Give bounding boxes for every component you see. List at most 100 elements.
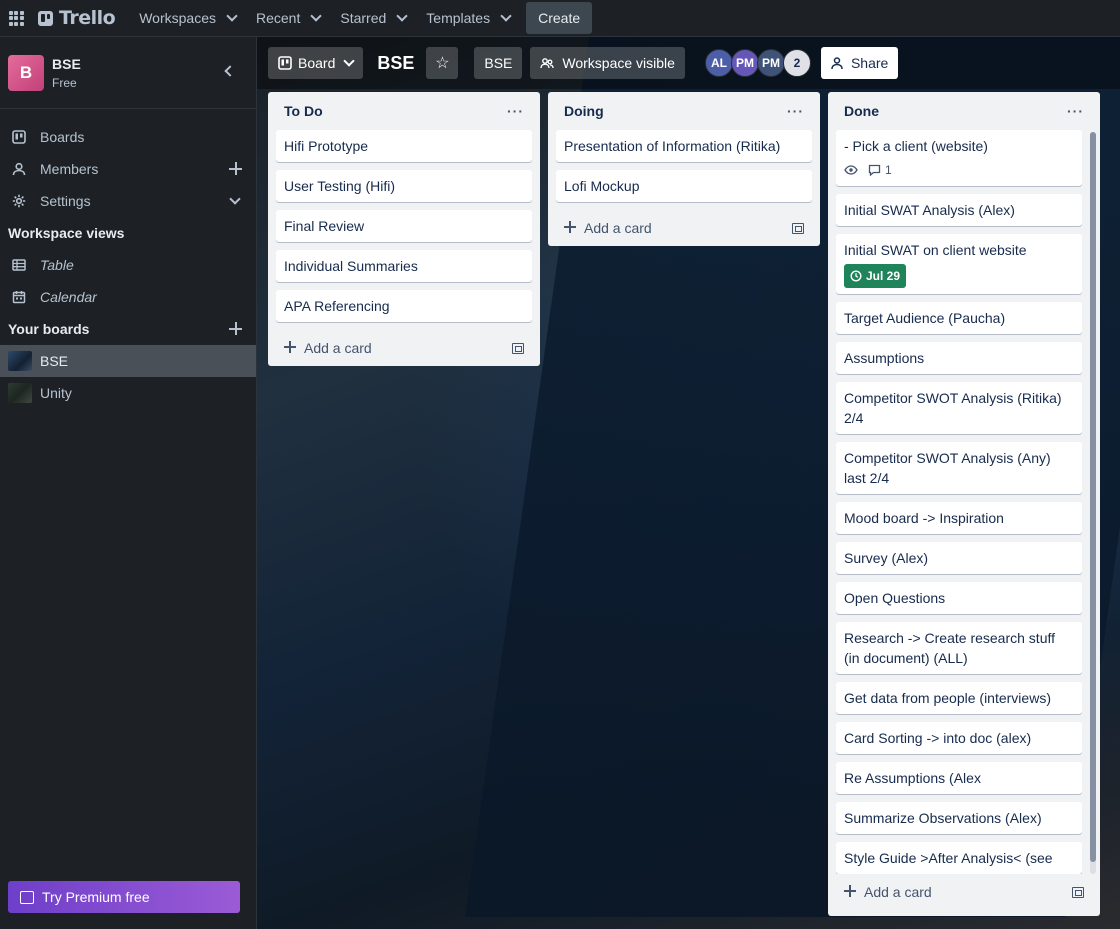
card-template-icon[interactable] xyxy=(512,342,524,354)
card[interactable]: Mood board -> Inspiration xyxy=(836,502,1082,534)
star-icon[interactable]: ☆ xyxy=(426,47,459,79)
card-template-icon[interactable] xyxy=(1072,886,1084,898)
comment-badge: 1 xyxy=(868,160,892,180)
card[interactable]: Hifi Prototype xyxy=(276,130,532,162)
chevron-down-icon xyxy=(226,10,238,22)
add-card-button[interactable]: Add a card xyxy=(276,330,532,366)
workspace-avatar[interactable]: B xyxy=(8,54,44,91)
calendar-icon xyxy=(12,290,26,304)
chevron-down-icon[interactable] xyxy=(229,193,241,205)
sidebar-item-members[interactable]: Members xyxy=(0,153,256,185)
card[interactable]: Card Sorting -> into doc (alex) xyxy=(836,722,1082,754)
due-date-badge[interactable]: Jul 29 xyxy=(844,264,907,288)
sidebar-board-unity[interactable]: Unity xyxy=(0,377,256,409)
board-view-switcher[interactable]: Board xyxy=(268,47,364,79)
list-scrollbar[interactable] xyxy=(1090,132,1096,874)
table-icon xyxy=(12,258,26,272)
sidebar-item-label: Calendar xyxy=(40,289,97,305)
sidebar-item-settings[interactable]: Settings xyxy=(0,185,256,217)
card[interactable]: Target Audience (Paucha) xyxy=(836,302,1082,334)
sidebar-item-calendar[interactable]: Calendar xyxy=(0,281,256,313)
list-title[interactable]: To Do xyxy=(284,103,323,119)
board-header: Board BSE ☆ BSE Workspace visible AL PM … xyxy=(257,37,1120,89)
card[interactable]: APA Referencing xyxy=(276,290,532,322)
card[interactable]: Initial SWAT Analysis (Alex) xyxy=(836,194,1082,226)
board-title[interactable]: BSE xyxy=(377,53,414,74)
card[interactable]: Get data from people (interviews) xyxy=(836,682,1082,714)
plus-icon xyxy=(564,221,576,233)
due-date: Jul 29 xyxy=(866,269,901,283)
card-template-icon[interactable] xyxy=(792,222,804,234)
try-premium-button[interactable]: Try Premium free xyxy=(8,881,240,913)
section-label: Your boards xyxy=(8,321,90,337)
scrollbar-thumb[interactable] xyxy=(1090,132,1096,862)
menu-starred[interactable]: Starred xyxy=(330,2,416,34)
app-switcher-icon[interactable] xyxy=(0,0,32,37)
share-label: Share xyxy=(850,55,889,71)
list-menu-icon[interactable]: ··· xyxy=(787,103,804,119)
people-icon xyxy=(540,58,555,69)
visibility-button[interactable]: Workspace visible xyxy=(530,47,685,79)
card[interactable]: Initial SWAT on client website Jul 29 xyxy=(836,234,1082,294)
list-menu-icon[interactable]: ··· xyxy=(1067,103,1084,119)
card[interactable]: Assumptions xyxy=(836,342,1082,374)
list-title[interactable]: Done xyxy=(844,103,879,119)
list-header[interactable]: Doing ··· xyxy=(556,92,812,130)
card[interactable]: User Testing (Hifi) xyxy=(276,170,532,202)
share-button[interactable]: Share xyxy=(820,47,899,79)
list-menu-icon[interactable]: ··· xyxy=(507,103,524,119)
sidebar-item-label: BSE xyxy=(40,353,69,369)
avatar[interactable]: AL xyxy=(704,49,733,77)
avatar[interactable]: PM xyxy=(730,49,759,77)
sidebar-board-bse[interactable]: BSE xyxy=(0,345,256,377)
list-title[interactable]: Doing xyxy=(564,103,604,119)
menu-label: Workspaces xyxy=(139,10,216,26)
card[interactable]: Lofi Mockup xyxy=(556,170,812,202)
your-boards-title: Your boards xyxy=(0,313,256,345)
card[interactable]: Summarize Observations (Alex) xyxy=(836,802,1082,834)
sidebar-item-label: Boards xyxy=(40,129,85,145)
card[interactable]: Final Review xyxy=(276,210,532,242)
add-card-button[interactable]: Add a card xyxy=(556,210,812,246)
card-title: - Pick a client (website) xyxy=(844,138,988,154)
card[interactable]: Individual Summaries xyxy=(276,250,532,282)
card[interactable]: Re Assumptions (Alex xyxy=(836,762,1082,794)
card[interactable]: Presentation of Information (Ritika) xyxy=(556,130,812,162)
avatar[interactable]: PM xyxy=(756,49,785,77)
menu-workspaces[interactable]: Workspaces xyxy=(129,2,246,34)
add-card-label: Add a card xyxy=(584,220,652,236)
workspace-button[interactable]: BSE xyxy=(474,47,523,79)
card[interactable]: Research -> Create research stuff (in do… xyxy=(836,622,1082,674)
add-card-button[interactable]: Add a card xyxy=(836,874,1092,910)
card[interactable]: - Pick a client (website) 1 xyxy=(836,130,1082,186)
card-list[interactable]: - Pick a client (website) 1 Initial SWAT… xyxy=(836,130,1092,874)
add-board-icon[interactable] xyxy=(229,322,242,335)
card[interactable]: Open Questions xyxy=(836,582,1082,614)
menu-templates[interactable]: Templates xyxy=(416,2,520,34)
create-button[interactable]: Create xyxy=(526,2,593,34)
board-thumbnail xyxy=(8,383,32,403)
add-member-icon[interactable] xyxy=(229,162,242,175)
card[interactable]: Survey (Alex) xyxy=(836,542,1082,574)
menu-recent[interactable]: Recent xyxy=(246,2,330,34)
workspace-name[interactable]: BSE xyxy=(52,56,81,72)
add-card-label: Add a card xyxy=(304,340,372,356)
board-members: AL PM PM 2 xyxy=(704,49,811,77)
trello-logo[interactable]: Trello xyxy=(38,7,116,29)
sidebar-item-boards[interactable]: Boards xyxy=(0,121,256,153)
board-icon xyxy=(12,130,26,144)
more-members-badge[interactable]: 2 xyxy=(782,49,811,77)
list-header[interactable]: To Do ··· xyxy=(276,92,532,130)
card[interactable]: Competitor SWOT Analysis (Any) last 2/4 xyxy=(836,442,1082,494)
sidebar-item-table[interactable]: Table xyxy=(0,249,256,281)
card[interactable]: Competitor SWOT Analysis (Ritika) 2/4 xyxy=(836,382,1082,434)
card[interactable]: Style Guide >After Analysis< (see xyxy=(836,842,1082,874)
list-header[interactable]: Done ··· xyxy=(836,92,1092,130)
chevron-down-icon xyxy=(343,55,356,67)
collapse-sidebar-icon[interactable] xyxy=(224,65,236,77)
person-icon xyxy=(12,162,26,176)
workspace-plan: Free xyxy=(52,75,77,90)
list-doing: Doing ··· Presentation of Information (R… xyxy=(548,92,820,246)
board-canvas: Board BSE ☆ BSE Workspace visible AL PM … xyxy=(257,37,1120,929)
chevron-down-icon xyxy=(396,10,408,22)
